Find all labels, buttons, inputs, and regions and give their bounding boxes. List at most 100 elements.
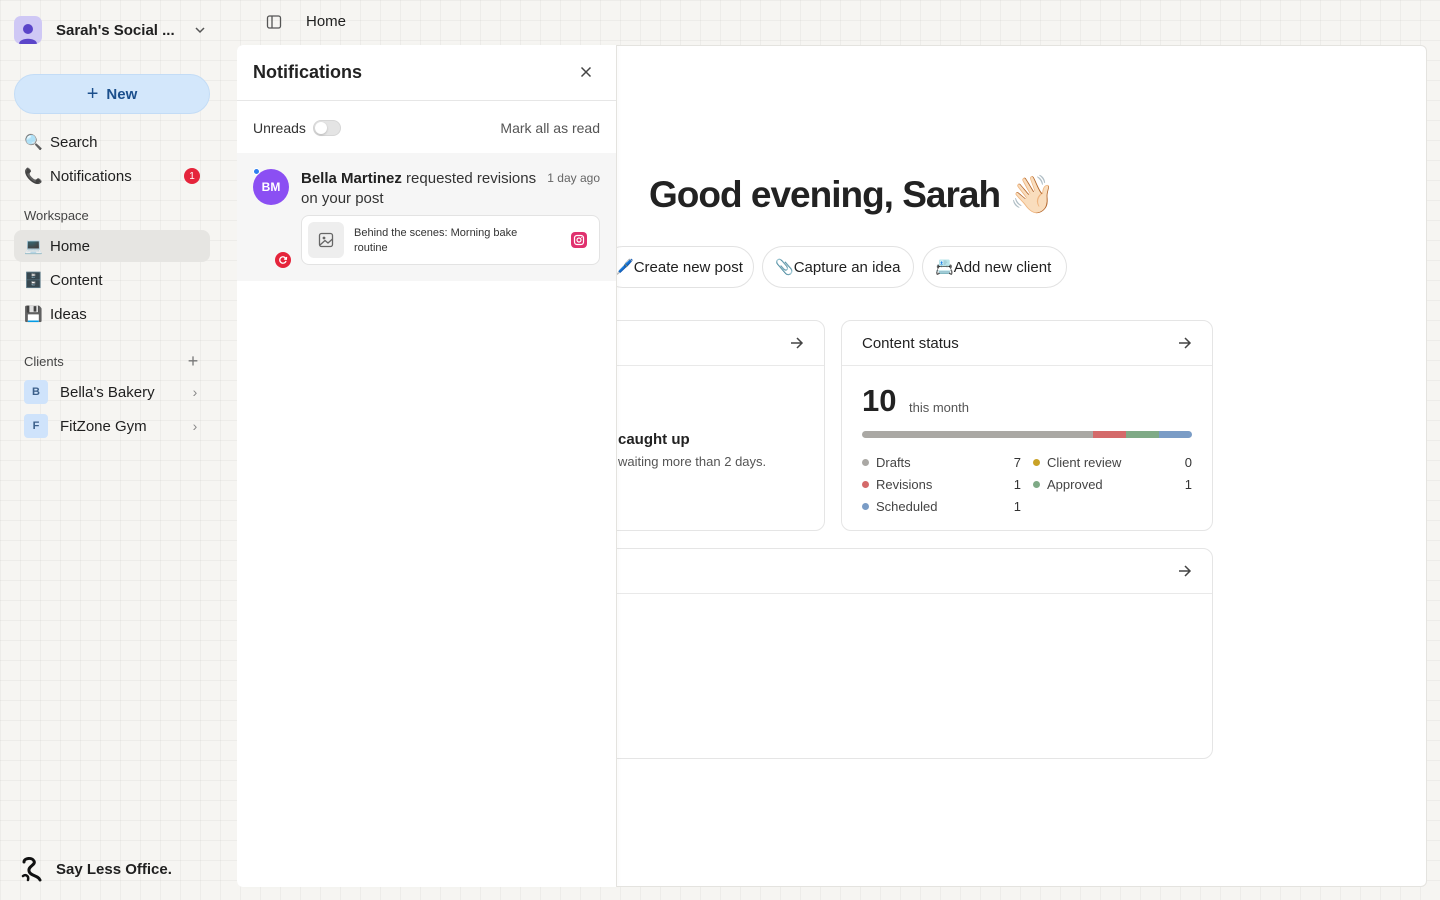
notifications-header: Notifications: [237, 45, 616, 101]
legend-approved: Approved 1: [1033, 477, 1192, 492]
clients-section-label: Clients: [24, 354, 64, 369]
workspace-section-label: Workspace: [24, 208, 89, 223]
paperclip-icon: 📎: [775, 259, 794, 276]
workspace-switcher[interactable]: Sarah's Social ...: [14, 14, 210, 46]
add-client-plus-icon[interactable]: +: [184, 352, 202, 370]
sidebar: Sarah's Social ... + New 🔍 Search 📞 Noti…: [0, 0, 224, 900]
laptop-icon: 💻: [24, 238, 43, 255]
nav-item-label: Search: [50, 133, 98, 151]
status-dot: [862, 459, 869, 466]
status-bar-segment: [1126, 431, 1159, 438]
nav-item-search[interactable]: 🔍 Search: [14, 126, 210, 158]
notification-actor: Bella Martinez: [301, 170, 402, 187]
nav-item-content[interactable]: 🗄️ Content: [14, 264, 210, 296]
brand: Say Less Office.: [20, 856, 172, 882]
quick-action-label: Create new post: [633, 258, 743, 276]
status-dot: [1033, 459, 1040, 466]
content-status-card: Content status 10 this month Drafts 7 Cl…: [841, 320, 1213, 531]
notification-text: Bella Martinez requested revisions on yo…: [301, 169, 541, 209]
status-progress-bar: [862, 431, 1192, 438]
content-count-label: this month: [909, 400, 969, 415]
nav-item-label: Home: [50, 237, 91, 255]
brand-name: Say Less Office.: [56, 860, 172, 878]
legend-label: Drafts: [876, 455, 911, 470]
sidebar-toggle-icon[interactable]: [264, 12, 284, 32]
status-dot: [862, 503, 869, 510]
notifications-filter-bar: Unreads Mark all as read: [237, 101, 616, 153]
arrow-right-icon[interactable]: [788, 334, 806, 352]
client-item-bellas-bakery[interactable]: B Bella's Bakery ›: [14, 376, 210, 408]
legend-label: Revisions: [876, 477, 933, 492]
pen-icon: 🖊️: [615, 259, 634, 276]
legend-label: Approved: [1047, 477, 1103, 492]
new-button-label: New: [106, 85, 138, 103]
nav-item-notifications[interactable]: 📞 Notifications 1: [14, 160, 210, 192]
content-count: 10: [862, 383, 897, 418]
capture-idea-button[interactable]: 📎 Capture an idea: [762, 246, 914, 288]
toggle-knob: [315, 122, 327, 134]
plus-icon: +: [86, 83, 99, 105]
add-new-client-button[interactable]: 📇 Add new client: [922, 246, 1067, 288]
breadcrumb: Home: [306, 13, 347, 30]
new-button[interactable]: + New: [14, 74, 210, 114]
brand-logo-icon: [21, 857, 42, 882]
quick-action-label: Add new client: [953, 258, 1052, 276]
status-dot: [862, 481, 869, 488]
status-bar-segment: [862, 431, 1093, 438]
notification-item[interactable]: BM Bella Martinez requested revisions on…: [237, 153, 616, 281]
chevron-right-icon[interactable]: ›: [186, 418, 204, 434]
client-initial-badge: B: [24, 380, 48, 404]
legend-value: 7: [1013, 455, 1021, 470]
status-bar-segment: [1159, 431, 1192, 438]
page-greeting: Good evening, Sarah 👋🏻: [649, 174, 1055, 215]
telephone-icon: 📞: [24, 168, 43, 185]
image-placeholder-icon: [308, 222, 344, 258]
workspace-name: Sarah's Social ...: [56, 21, 175, 39]
nav-item-ideas[interactable]: 💾 Ideas: [14, 298, 210, 330]
client-item-fitzone-gym[interactable]: F FitZone Gym ›: [14, 410, 210, 442]
unreads-label: Unreads: [253, 120, 306, 136]
nav-item-label: Content: [50, 271, 103, 289]
legend-value: 1: [1184, 477, 1192, 492]
status-bar-segment: [1093, 431, 1126, 438]
client-initial-badge: F: [24, 414, 48, 438]
magnifying-glass-icon: 🔍: [24, 134, 43, 151]
chevron-down-icon[interactable]: [190, 20, 210, 40]
legend-value: 1: [1013, 499, 1021, 514]
legend-label: Scheduled: [876, 499, 938, 514]
notifications-title: Notifications: [253, 62, 363, 82]
unreads-toggle[interactable]: [313, 120, 341, 136]
user-avatar-icon: [14, 16, 42, 44]
create-new-post-button[interactable]: 🖊️ Create new post: [602, 246, 754, 288]
client-name: Bella's Bakery: [60, 383, 155, 401]
legend-value: 0: [1184, 455, 1192, 470]
legend-client-review: Client review 0: [1033, 455, 1192, 470]
notification-time: 1 day ago: [547, 171, 600, 185]
floppy-disk-icon: 💾: [24, 306, 43, 323]
arrow-right-icon[interactable]: [1176, 334, 1194, 352]
close-icon[interactable]: [578, 64, 594, 80]
status-dot: [1033, 481, 1040, 488]
legend-drafts: Drafts 7: [862, 455, 1021, 470]
notifications-panel: Notifications Unreads Mark all as read B…: [237, 45, 617, 887]
client-name: FitZone Gym: [60, 417, 147, 435]
caught-up-title: caught up: [618, 431, 690, 448]
legend-scheduled: Scheduled 1: [862, 499, 1021, 514]
legend-label: Client review: [1047, 455, 1122, 470]
arrow-right-icon[interactable]: [1176, 562, 1194, 580]
instagram-icon: [571, 232, 587, 248]
file-cabinet-icon: 🗄️: [24, 272, 43, 289]
mark-all-read-button[interactable]: Mark all as read: [500, 120, 600, 136]
chevron-right-icon[interactable]: ›: [186, 384, 204, 400]
card-header: Content status: [842, 321, 1212, 366]
legend-revisions: Revisions 1: [862, 477, 1021, 492]
nav-item-label: Ideas: [50, 305, 87, 323]
card-index-icon: 📇: [935, 259, 954, 276]
post-title: Behind the scenes: Morning bake routine: [354, 227, 518, 254]
legend-value: 1: [1013, 477, 1021, 492]
nav-item-label: Notifications: [50, 167, 132, 185]
post-preview-card[interactable]: Behind the scenes: Morning bake routine: [301, 215, 600, 265]
card-title: Content status: [862, 334, 959, 352]
revision-refresh-icon: [275, 252, 291, 268]
nav-item-home[interactable]: 💻 Home: [14, 230, 210, 262]
